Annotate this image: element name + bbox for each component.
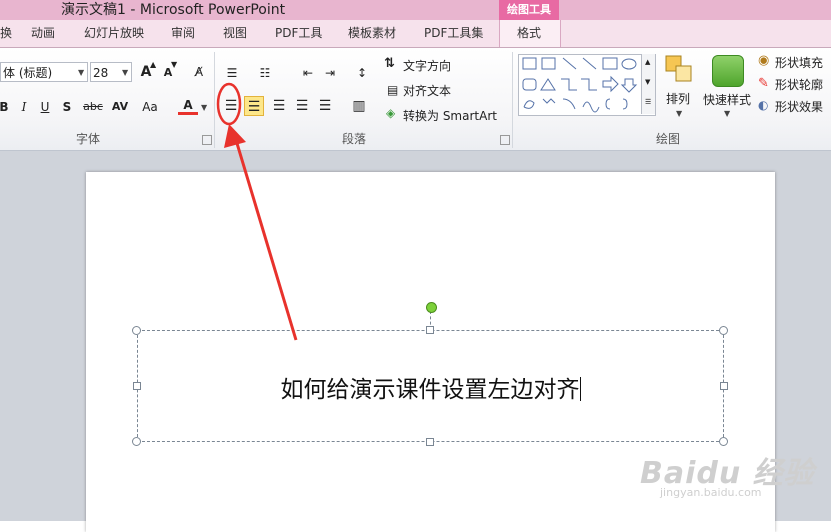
columns-icon[interactable]: ▥ — [349, 96, 369, 116]
slide-text-line[interactable]: 如何给演示课件设置左边对齐 — [137, 370, 724, 404]
tab-view[interactable]: 视图 — [223, 20, 247, 47]
align-text-button[interactable]: 对齐文本 — [403, 82, 451, 99]
decrease-indent-icon[interactable]: ⇤ — [298, 63, 318, 83]
character-spacing-button[interactable]: AV — [108, 97, 132, 117]
line-spacing-icon[interactable]: ↕ — [352, 63, 372, 83]
chevron-down-icon[interactable]: ▼ — [724, 109, 730, 118]
align-left-button[interactable]: ☰ — [221, 96, 241, 116]
pencil-icon: ✎ — [758, 76, 769, 91]
scroll-down-icon[interactable]: ▼ — [645, 78, 650, 86]
resize-handle-bottom[interactable] — [426, 438, 434, 446]
numbering-icon[interactable]: ☷ — [255, 63, 275, 83]
paragraph-group-label: 段落 — [342, 132, 367, 146]
gallery-more-icon[interactable]: ☰ — [645, 98, 651, 106]
drawing-tools-header: 绘图工具 — [499, 0, 559, 20]
rotate-handle[interactable] — [426, 302, 437, 313]
font-color-button[interactable]: A — [178, 95, 198, 115]
shadow-button[interactable]: S — [57, 97, 77, 117]
shapes-gallery[interactable] — [518, 54, 656, 116]
chevron-down-icon[interactable]: ▼ — [201, 103, 207, 112]
text-cursor — [579, 377, 581, 401]
shape-outline-button[interactable]: 形状轮廓 — [775, 76, 823, 93]
group-divider — [214, 52, 215, 148]
resize-handle-top[interactable] — [426, 326, 434, 334]
convert-smartart-button[interactable]: 转换为 SmartArt — [403, 107, 497, 124]
arrange-icon — [664, 54, 694, 84]
tab-pdf-tools[interactable]: PDF工具 — [275, 20, 322, 47]
align-right-button[interactable]: ☰ — [269, 96, 289, 116]
text-direction-button[interactable]: 文字方向 — [403, 57, 451, 74]
shape-effects-button[interactable]: 形状效果 — [775, 98, 823, 115]
paragraph-dialog-launcher-icon[interactable] — [500, 135, 510, 145]
align-center-button[interactable]: ☰ — [244, 96, 264, 116]
tab-format[interactable]: 格式 — [517, 20, 541, 47]
chevron-down-icon[interactable]: ▼ — [122, 68, 128, 77]
smartart-icon: ◈ — [386, 106, 396, 120]
font-name-box[interactable]: 体 (标题) — [0, 62, 88, 82]
font-group-label: 字体 — [76, 132, 101, 146]
scroll-up-icon[interactable]: ▲ — [645, 58, 650, 66]
font-dialog-launcher-icon[interactable] — [202, 135, 212, 145]
tab-transitions[interactable]: 换 — [0, 20, 12, 47]
shape-effects-icon: ◐ — [758, 98, 769, 112]
tab-templates[interactable]: 模板素材 — [348, 20, 396, 47]
quick-styles-icon — [712, 55, 744, 87]
align-text-icon: ▤ — [387, 83, 399, 97]
paint-bucket-icon: ◉ — [758, 53, 770, 68]
caret-up-icon: ▲ — [150, 60, 157, 69]
tab-slideshow[interactable]: 幻灯片放映 — [84, 20, 144, 47]
chevron-down-icon[interactable]: ▼ — [78, 68, 84, 77]
caret-down-icon: ▼ — [171, 60, 178, 69]
text-direction-icon: ⇅ — [384, 56, 395, 71]
resize-handle-bottom-left[interactable] — [132, 437, 141, 446]
resize-handle-top-right[interactable] — [719, 326, 728, 335]
baidu-watermark: Baidu 经验 jingyan.baidu.com — [640, 448, 820, 518]
resize-handle-top-left[interactable] — [132, 326, 141, 335]
shape-fill-button[interactable]: 形状填充 — [775, 54, 823, 71]
resize-handle-bottom-right[interactable] — [719, 437, 728, 446]
change-case-button[interactable]: Aa — [138, 97, 162, 117]
slide-text: 如何给演示课件设置左边对齐 — [280, 377, 580, 403]
tab-animations[interactable]: 动画 — [31, 20, 55, 47]
italic-button[interactable]: I — [14, 97, 34, 117]
tab-pdf-toolset[interactable]: PDF工具集 — [424, 20, 483, 47]
drawing-group-label: 绘图 — [656, 132, 681, 146]
quick-styles-button[interactable]: 快速样式 — [703, 91, 751, 108]
strikethrough-button[interactable]: abc — [80, 97, 106, 117]
clear-formatting-icon[interactable]: A̸ — [189, 62, 209, 82]
window-title: 演示文稿1 - Microsoft PowerPoint — [61, 2, 286, 18]
watermark-url: jingyan.baidu.com — [660, 486, 762, 499]
bullets-icon[interactable]: ☰ — [222, 63, 242, 83]
shapes-gallery-icons — [522, 57, 638, 113]
tab-review[interactable]: 审阅 — [171, 20, 195, 47]
justify-button[interactable]: ☰ — [292, 96, 312, 116]
distributed-button[interactable]: ☰ — [315, 96, 335, 116]
group-divider — [512, 52, 513, 148]
bold-button[interactable]: B — [0, 97, 14, 117]
increase-indent-icon[interactable]: ⇥ — [320, 63, 340, 83]
arrange-button[interactable]: 排列 — [666, 90, 690, 107]
chevron-down-icon[interactable]: ▼ — [676, 109, 682, 118]
underline-button[interactable]: U — [35, 97, 55, 117]
